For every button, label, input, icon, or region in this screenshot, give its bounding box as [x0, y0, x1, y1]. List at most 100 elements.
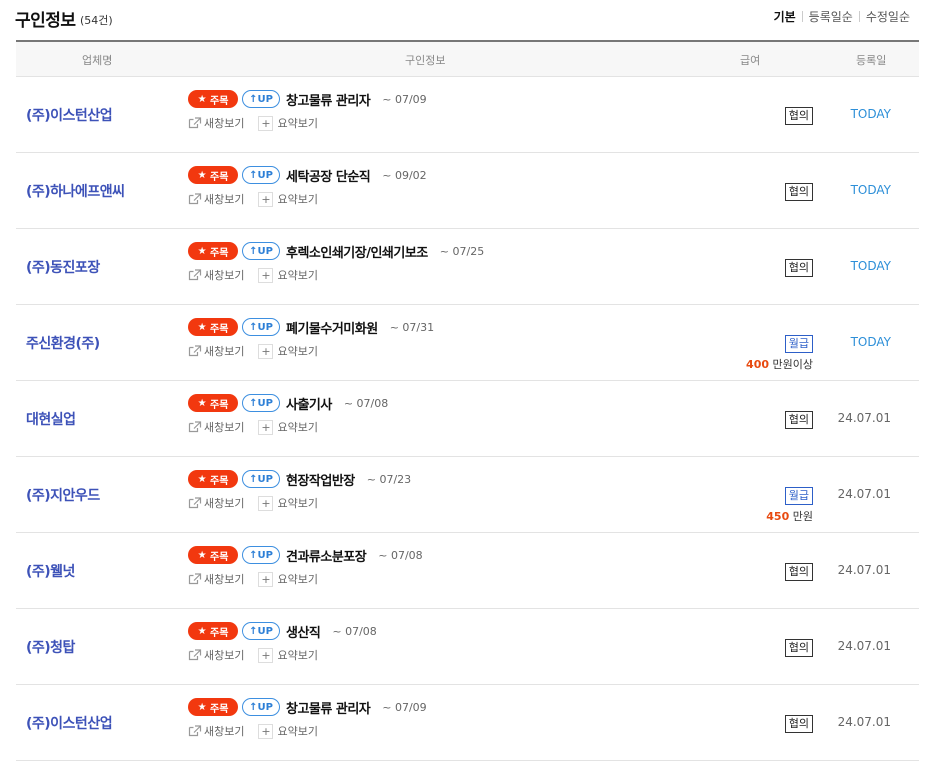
table-row: (주)동진포장 ★ 주목 ↑ UP 후렉소인쇄기장/인쇄기보조 ~ 07/25 새…	[16, 229, 919, 305]
up-label: UP	[257, 701, 273, 713]
job-title-link[interactable]: 후렉소인쇄기장/인쇄기보조	[286, 242, 428, 261]
external-link-icon	[188, 725, 202, 737]
summary-button[interactable]: + 요약보기	[258, 343, 318, 359]
arrow-up-icon: ↑	[249, 549, 258, 561]
featured-label: 주목	[210, 627, 229, 639]
registration-date: TODAY	[850, 335, 891, 349]
pay-amount: 400 만원이상	[746, 356, 813, 372]
new-window-button[interactable]: 새창보기	[188, 191, 244, 207]
registration-date: 24.07.01	[837, 563, 891, 577]
up-badge: ↑ UP	[242, 318, 280, 336]
job-actions: 새창보기 + 요약보기	[188, 647, 748, 663]
star-icon: ★	[197, 397, 207, 409]
table-body: (주)이스턴산업 ★ 주목 ↑ UP 창고물류 관리자 ~ 07/09 새창보기 …	[16, 77, 919, 761]
plus-icon: +	[258, 343, 274, 359]
summary-button[interactable]: + 요약보기	[258, 647, 318, 663]
sort-default[interactable]: 기본	[774, 8, 796, 25]
new-window-label: 새창보기	[204, 497, 245, 510]
pay-unit: 만원	[792, 510, 813, 524]
plus-icon: +	[258, 571, 274, 587]
new-window-button[interactable]: 새창보기	[188, 115, 244, 131]
job-listing-page: 구인정보 (54건) 기본 등록일순 수정일순 업체명 구인정보 급여 등록일 …	[0, 0, 930, 761]
pay-amount: 450 만원	[766, 508, 813, 524]
column-company: 업체명	[82, 54, 113, 67]
registration-date: TODAY	[850, 183, 891, 197]
new-window-label: 새창보기	[204, 649, 245, 662]
job-title-link[interactable]: 현장작업반장	[286, 470, 355, 489]
summary-button[interactable]: + 요약보기	[258, 115, 318, 131]
new-window-button[interactable]: 새창보기	[188, 723, 244, 739]
summary-button[interactable]: + 요약보기	[258, 571, 318, 587]
pay-type-badge: 협의	[784, 715, 813, 734]
summary-label: 요약보기	[277, 421, 318, 434]
job-actions: 새창보기 + 요약보기	[188, 495, 748, 511]
column-date: 등록일	[856, 54, 887, 67]
new-window-button[interactable]: 새창보기	[188, 419, 244, 435]
new-window-button[interactable]: 새창보기	[188, 495, 244, 511]
new-window-button[interactable]: 새창보기	[188, 343, 244, 359]
featured-label: 주목	[210, 399, 229, 411]
new-window-label: 새창보기	[204, 117, 245, 130]
company-name[interactable]: (주)하나에프앤씨	[26, 181, 125, 201]
job-actions: 새창보기 + 요약보기	[188, 419, 748, 435]
summary-button[interactable]: + 요약보기	[258, 495, 318, 511]
registration-date: 24.07.01	[837, 411, 891, 425]
star-icon: ★	[197, 701, 207, 713]
star-icon: ★	[197, 93, 207, 105]
up-label: UP	[257, 169, 273, 181]
job-title-line: ★ 주목 ↑ UP 창고물류 관리자 ~ 07/09	[188, 89, 748, 109]
summary-button[interactable]: + 요약보기	[258, 723, 318, 739]
company-name[interactable]: (주)지안우드	[26, 485, 100, 505]
company-name[interactable]: (주)이스턴산업	[26, 105, 113, 125]
featured-label: 주목	[210, 323, 229, 335]
new-window-button[interactable]: 새창보기	[188, 267, 244, 283]
job-title-link[interactable]: 창고물류 관리자	[286, 90, 371, 109]
company-name[interactable]: (주)이스턴산업	[26, 713, 113, 733]
plus-icon: +	[258, 115, 274, 131]
job-title-link[interactable]: 폐기물수거미화원	[286, 318, 378, 337]
new-window-button[interactable]: 새창보기	[188, 647, 244, 663]
page-title: 구인정보	[15, 11, 76, 31]
table-row: (주)이스턴산업 ★ 주목 ↑ UP 창고물류 관리자 ~ 07/09 새창보기 …	[16, 77, 919, 153]
external-link-icon	[188, 649, 202, 661]
pay-amount-value: 450	[766, 510, 790, 524]
pay-amount-value: 400	[746, 358, 770, 372]
registration-date: 24.07.01	[837, 715, 891, 729]
external-link-icon	[188, 117, 202, 129]
pay-cell: 월급 450 만원	[766, 484, 813, 524]
pay-type-badge: 협의	[784, 183, 813, 202]
job-info: ★ 주목 ↑ UP 생산직 ~ 07/08 새창보기 + 요약보기	[188, 621, 748, 663]
summary-button[interactable]: + 요약보기	[258, 267, 318, 283]
job-title-link[interactable]: 사출기사	[286, 394, 332, 413]
job-table: 업체명 구인정보 급여 등록일 (주)이스턴산업 ★ 주목 ↑ UP 창고물류 관…	[16, 40, 919, 761]
up-badge: ↑ UP	[242, 622, 280, 640]
company-name[interactable]: (주)웰넛	[26, 561, 75, 581]
job-title-link[interactable]: 견과류소분포장	[286, 546, 367, 565]
company-name[interactable]: (주)청탑	[26, 637, 75, 657]
table-row: (주)하나에프앤씨 ★ 주목 ↑ UP 세탁공장 단순직 ~ 09/02 새창보기…	[16, 153, 919, 229]
new-window-button[interactable]: 새창보기	[188, 571, 244, 587]
up-label: UP	[257, 549, 273, 561]
external-link-icon	[188, 421, 202, 433]
sort-registration-date[interactable]: 등록일순	[809, 8, 853, 25]
summary-label: 요약보기	[277, 725, 318, 738]
company-name[interactable]: 주신환경(주)	[26, 333, 100, 353]
job-title-line: ★ 주목 ↑ UP 폐기물수거미화원 ~ 07/31	[188, 317, 748, 337]
sort-modified-date[interactable]: 수정일순	[866, 8, 910, 25]
job-title-link[interactable]: 생산직	[286, 622, 321, 641]
arrow-up-icon: ↑	[249, 701, 258, 713]
company-name[interactable]: 대현실업	[26, 409, 76, 429]
up-label: UP	[257, 625, 273, 637]
summary-button[interactable]: + 요약보기	[258, 191, 318, 207]
job-info: ★ 주목 ↑ UP 사출기사 ~ 07/08 새창보기 + 요약보기	[188, 393, 748, 435]
job-title-link[interactable]: 세탁공장 단순직	[286, 166, 371, 185]
job-title-link[interactable]: 창고물류 관리자	[286, 698, 371, 717]
job-title-line: ★ 주목 ↑ UP 후렉소인쇄기장/인쇄기보조 ~ 07/25	[188, 241, 748, 261]
registration-date: TODAY	[850, 259, 891, 273]
summary-button[interactable]: + 요약보기	[258, 419, 318, 435]
company-name[interactable]: (주)동진포장	[26, 257, 100, 277]
external-link-icon	[188, 345, 202, 357]
job-info: ★ 주목 ↑ UP 창고물류 관리자 ~ 07/09 새창보기 + 요약보기	[188, 697, 748, 739]
up-badge: ↑ UP	[242, 166, 280, 184]
featured-badge: ★ 주목	[188, 546, 238, 564]
